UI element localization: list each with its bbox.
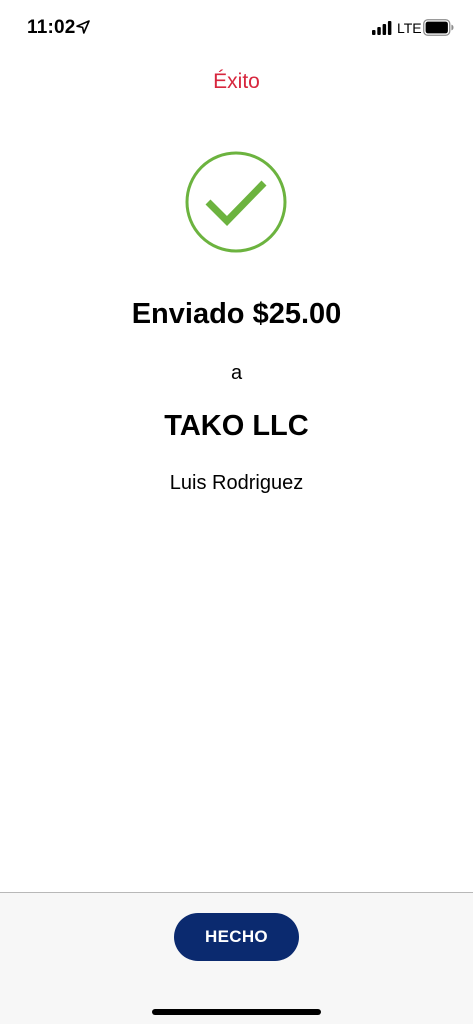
bottom-bar: HECHO: [0, 892, 473, 1024]
checkmark-circle-icon: [185, 151, 287, 253]
recipient-name: TAKO LLC: [164, 410, 309, 442]
done-button[interactable]: HECHO: [174, 913, 299, 961]
network-type: LTE: [397, 20, 422, 36]
status-bar: 11:02 LTE: [0, 0, 473, 56]
to-label: a: [230, 362, 243, 384]
sent-amount: Enviado $25.00: [131, 298, 342, 330]
cellular-signal-icon: [372, 21, 392, 35]
location-arrow-icon: [76, 20, 90, 34]
status-time: 11:02: [27, 17, 76, 38]
recipient-person: Luis Rodriguez: [169, 472, 304, 494]
page-title: Éxito: [213, 70, 260, 93]
home-indicator[interactable]: [152, 1009, 321, 1015]
battery-icon: [423, 19, 454, 36]
